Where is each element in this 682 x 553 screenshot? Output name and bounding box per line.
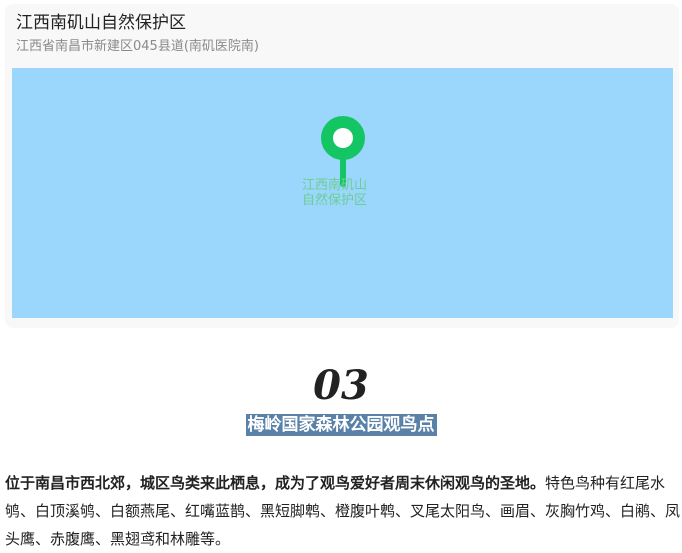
section-title-container: 梅岭国家森林公园观鸟点 xyxy=(0,414,682,436)
location-address: 江西省南昌市新建区045县道(南矶医院南) xyxy=(16,39,259,54)
location-card[interactable]: 江西南矶山自然保护区 江西省南昌市新建区045县道(南矶医院南) 江西南矶山 自… xyxy=(5,4,679,328)
location-name: 江西南矶山自然保护区 xyxy=(16,13,186,33)
map-view[interactable]: 江西南矶山 自然保护区 xyxy=(12,68,673,318)
map-label-line1: 江西南矶山 xyxy=(302,178,368,193)
map-label-line2: 自然保护区 xyxy=(302,193,368,208)
section-title: 梅岭国家森林公园观鸟点 xyxy=(245,414,437,436)
section-number: 03 xyxy=(313,362,369,409)
map-marker-label: 江西南矶山 自然保护区 xyxy=(302,178,392,208)
description-lead: 位于南昌市西北郊，城区鸟类来此栖息，成为了观鸟爱好者周末休闲观鸟的圣地。 xyxy=(5,474,546,492)
description-paragraph: 位于南昌市西北郊，城区鸟类来此栖息，成为了观鸟爱好者周末休闲观鸟的圣地。特色鸟种… xyxy=(5,469,681,553)
